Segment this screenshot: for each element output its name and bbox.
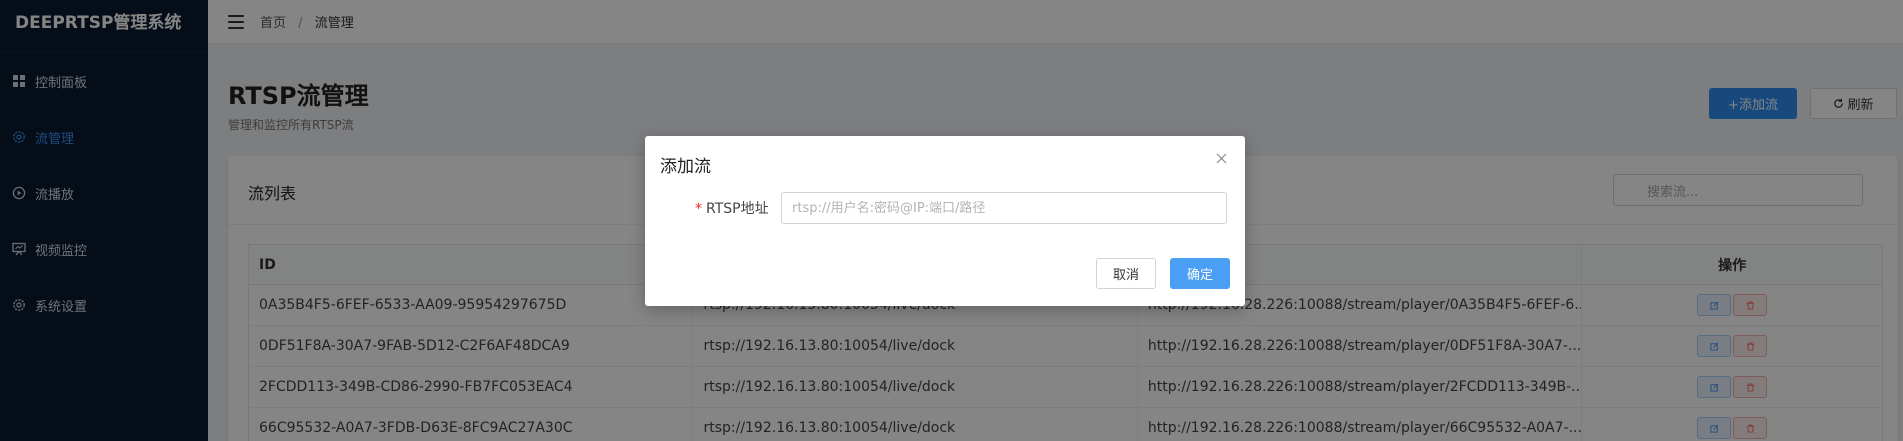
close-icon[interactable] — [1213, 150, 1229, 166]
rtsp-address-input[interactable] — [781, 192, 1227, 224]
required-mark: * — [695, 201, 702, 217]
confirm-button[interactable]: 确定 — [1170, 258, 1230, 289]
rtsp-address-label: * RTSP地址 — [695, 198, 769, 218]
app-root: DEEPRTSP管理系统 控制面板 流管理 流播放 视频监控 系统设置 首页 /… — [0, 0, 1903, 441]
dialog-title: 添加流 — [660, 157, 711, 177]
cancel-button[interactable]: 取消 — [1096, 258, 1156, 289]
label-text: RTSP地址 — [706, 201, 769, 217]
add-stream-dialog: 添加流 *RTSP地址 取消 确定 — [645, 136, 1245, 306]
